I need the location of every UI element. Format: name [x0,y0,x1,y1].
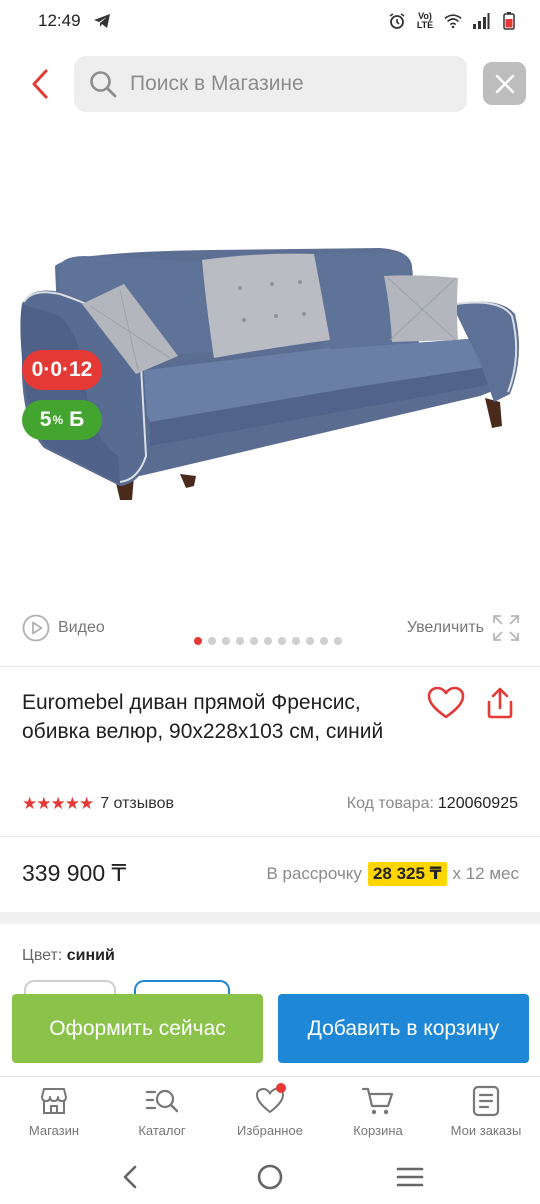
nav-item-catalog[interactable]: Каталог [108,1077,216,1150]
section-separator [0,912,540,924]
expand-icon [493,615,519,641]
nav-label-cart: Корзина [353,1123,403,1138]
product-price: 339 900 ₸ [22,860,127,886]
color-selector-label: Цвет: синий [22,947,115,965]
image-pagination [194,637,342,645]
battery-icon [500,12,518,30]
close-search-button[interactable] [483,62,526,105]
favorite-button[interactable] [427,686,465,722]
installment-info: В рассрочку 28 325 ₸ x 12 мес [266,862,519,886]
system-back-button[interactable] [110,1157,150,1197]
color-swatch[interactable] [24,980,116,994]
installment-amount: 28 325 ₸ [367,862,447,886]
heart-icon [427,686,465,719]
pagination-dot[interactable] [250,637,258,645]
nav-label-shop: Магазин [28,1123,80,1138]
cart-icon [361,1087,394,1115]
rating-stars: ★★★★★ [22,794,94,813]
system-nav-bar [0,1150,540,1204]
bottom-nav: Магазин Каталог Избранное Корзина Мои за… [0,1076,540,1150]
catalog-search-icon [145,1089,179,1113]
signal-icon [472,12,490,30]
chevron-left-icon [32,69,48,99]
product-title: Euromebel диван прямой Френсис, обивка в… [22,691,384,743]
store-icon [41,1088,67,1114]
nav-item-shop[interactable]: Магазин [0,1077,108,1150]
share-icon [487,687,513,719]
pagination-dot[interactable] [306,637,314,645]
nav-label-orders: Мои заказы [450,1123,522,1138]
color-value: синий [66,947,115,964]
system-menu-button[interactable] [390,1157,430,1197]
close-icon [495,74,514,93]
play-circle-icon [22,614,50,642]
video-label: Видео [58,619,105,636]
nav-item-favorites[interactable]: Избранное [216,1077,324,1150]
sku-label: Код товара: [346,795,434,812]
telegram-icon [93,12,111,30]
color-swatch-selected[interactable] [134,980,230,994]
menu-icon [396,1167,424,1187]
pagination-dot[interactable] [194,637,202,645]
wifi-icon [444,12,462,30]
installment-badge: 0·0·12 [22,350,102,390]
nav-label-catalog: Каталог [138,1123,186,1138]
video-button[interactable]: Видео [22,614,105,642]
installment-prefix: В рассрочку [266,864,362,883]
reviews-link[interactable]: 7 отзывов [100,795,174,813]
search-icon [90,71,117,98]
search-input[interactable] [130,72,430,96]
pagination-dot[interactable] [292,637,300,645]
orders-list-icon [472,1085,500,1117]
notification-dot [276,1083,286,1093]
action-bar: Оформить сейчас Добавить в корзину [0,994,540,1064]
nav-item-orders[interactable]: Мои заказы [432,1077,540,1150]
pagination-dot[interactable] [320,637,328,645]
system-home-button[interactable] [250,1157,290,1197]
alarm-icon [388,12,406,30]
sku: Код товара: 120060925 [347,795,518,813]
sku-value: 120060925 [437,795,518,812]
rating-row: ★★★★★ 7 отзывов Код товара: 120060925 [22,792,518,816]
share-button[interactable] [484,686,518,722]
buy-now-button[interactable]: Оформить сейчас [12,994,263,1063]
home-circle-icon [257,1164,283,1190]
divider [0,836,540,837]
nav-item-cart[interactable]: Корзина [324,1077,432,1150]
pagination-dot[interactable] [334,637,342,645]
zoom-label: Увеличить [406,619,484,636]
installment-suffix: x 12 мес [452,864,520,883]
search-header [0,42,540,126]
back-button[interactable] [22,64,58,104]
pagination-dot[interactable] [236,637,244,645]
product-image[interactable]: 0·0·12 5% Б [0,126,540,606]
status-bar: 12:49 Vo) LTE [0,0,540,42]
search-bar[interactable] [74,56,467,112]
zoom-button[interactable]: Увеличить [407,614,520,642]
pagination-dot[interactable] [278,637,286,645]
divider [0,666,540,667]
volte-icon: Vo) LTE [416,11,434,30]
pagination-dot[interactable] [222,637,230,645]
pagination-dot[interactable] [208,637,216,645]
bonus-badge: 5% Б [22,400,102,440]
status-time: 12:49 [38,11,81,30]
nav-label-favorites: Избранное [237,1123,303,1138]
chevron-left-icon [123,1165,137,1189]
add-to-cart-button[interactable]: Добавить в корзину [278,994,529,1063]
color-label: Цвет: [22,947,63,964]
pagination-dot[interactable] [264,637,272,645]
